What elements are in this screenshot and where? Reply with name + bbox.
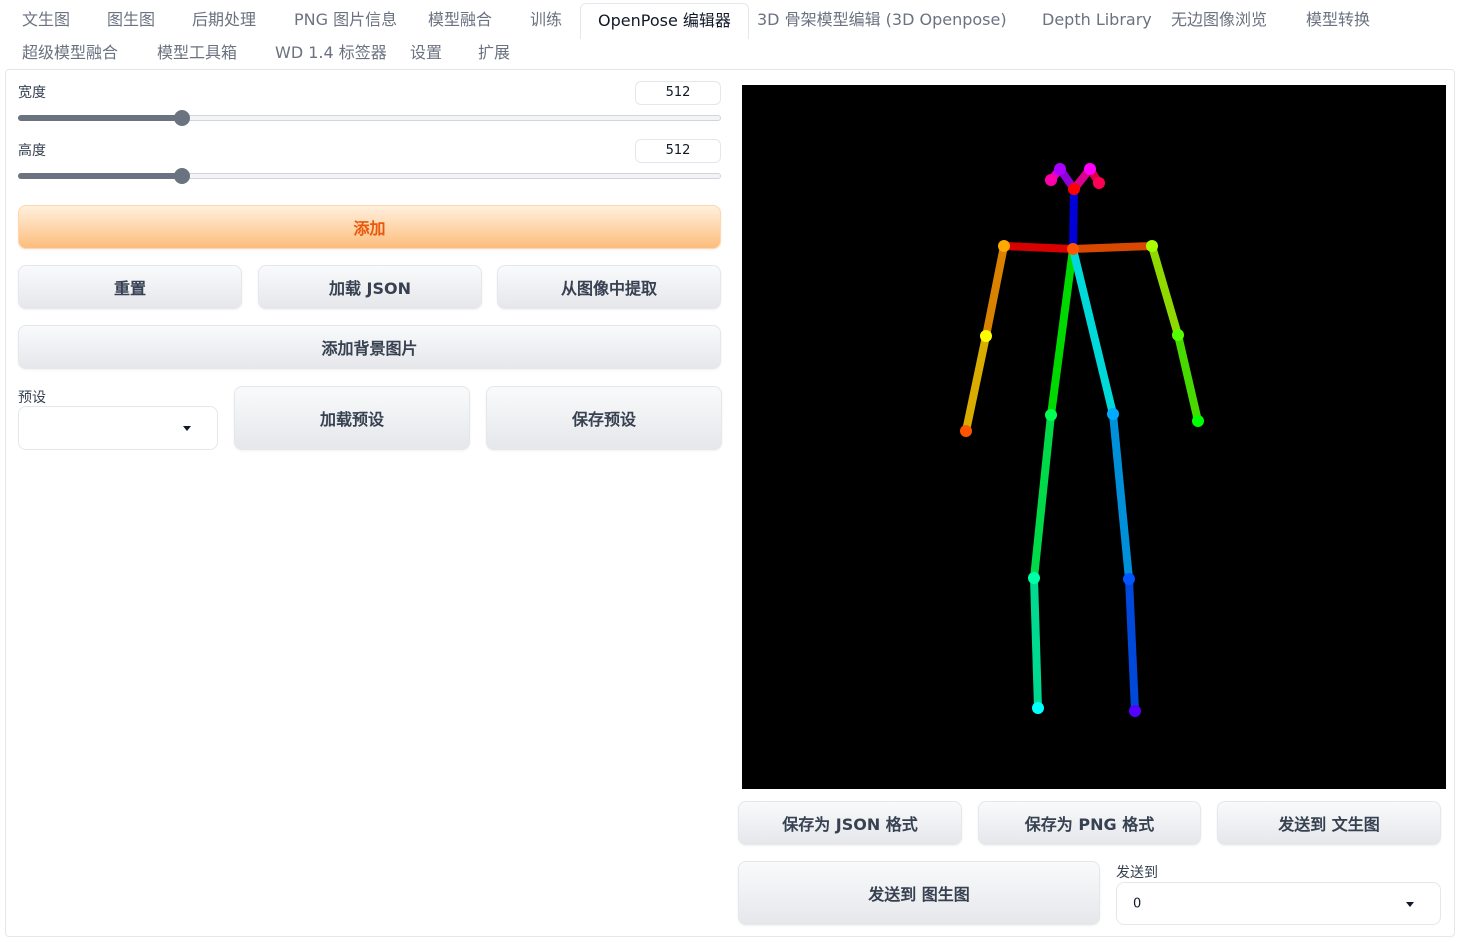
tab-train[interactable]: 训练	[513, 5, 579, 35]
send-to-value: 0	[1133, 896, 1142, 911]
reset-button[interactable]: 重置	[18, 265, 242, 309]
tab-img2img[interactable]: 图生图	[90, 5, 172, 35]
width-slider[interactable]	[18, 109, 721, 127]
left-torso-bone	[1069, 245, 1117, 418]
width-label: 宽度	[18, 85, 46, 101]
extract-from-image-button[interactable]: 从图像中提取	[497, 265, 721, 309]
left-shoulder-keypoint[interactable]	[1146, 240, 1158, 252]
save-json-button[interactable]: 保存为 JSON 格式	[738, 801, 962, 845]
left-shin-bone	[1125, 575, 1139, 715]
right-forearm-bone	[962, 332, 990, 435]
right-ear-keypoint[interactable]	[1045, 174, 1057, 186]
left-ear-keypoint[interactable]	[1093, 177, 1105, 189]
left-forearm-bone	[1174, 331, 1202, 425]
left-hip-keypoint[interactable]	[1107, 408, 1119, 420]
height-number-input[interactable]: 512	[635, 139, 721, 163]
tab-png-info[interactable]: PNG 图片信息	[277, 5, 414, 35]
right-shoulder-bone	[1000, 242, 1077, 253]
height-slider-thumb[interactable]	[173, 168, 190, 184]
tab-bar: 文生图 图生图 后期处理 PNG 图片信息 模型融合 训练 OpenPose 编…	[0, 0, 1459, 70]
left-knee-keypoint[interactable]	[1123, 573, 1135, 585]
save-preset-button[interactable]: 保存预设	[486, 386, 722, 450]
left-eye-keypoint[interactable]	[1084, 163, 1096, 175]
neck-keypoint[interactable]	[1067, 243, 1079, 255]
tab-extensions[interactable]: 扩展	[461, 38, 527, 68]
left-wrist-keypoint[interactable]	[1192, 415, 1204, 427]
width-number-input[interactable]: 512	[635, 81, 721, 105]
send-to-txt2img-button[interactable]: 发送到 文生图	[1217, 801, 1441, 845]
tab-txt2img[interactable]: 文生图	[5, 5, 87, 35]
width-slider-thumb[interactable]	[173, 110, 190, 126]
tab-depth-library[interactable]: Depth Library	[1025, 5, 1169, 35]
right-hip-keypoint[interactable]	[1045, 409, 1057, 421]
left-elbow-keypoint[interactable]	[1172, 329, 1184, 341]
preset-label: 预设	[18, 390, 46, 406]
chevron-down-icon	[183, 426, 191, 431]
right-shin-bone	[1030, 574, 1042, 712]
height-slider-fill	[18, 173, 182, 179]
left-thigh-bone	[1109, 410, 1133, 583]
right-shoulder-keypoint[interactable]	[998, 240, 1010, 252]
left-upper-arm-bone	[1148, 242, 1182, 339]
right-torso-bone	[1047, 245, 1077, 419]
add-button[interactable]: 添加	[18, 205, 721, 249]
right-ankle-keypoint[interactable]	[1032, 702, 1044, 714]
neck-bone	[1069, 185, 1078, 253]
load-json-button[interactable]: 加载 JSON	[258, 265, 482, 309]
tab-model-toolkit[interactable]: 模型工具箱	[140, 38, 254, 68]
tab-wd14-tagger[interactable]: WD 1.4 标签器	[258, 38, 404, 68]
right-eye-keypoint[interactable]	[1054, 163, 1066, 175]
tab-model-convert[interactable]: 模型转换	[1289, 5, 1387, 35]
preset-dropdown[interactable]	[18, 406, 218, 450]
send-to-dropdown[interactable]: 0	[1116, 882, 1441, 925]
tab-3d-openpose[interactable]: 3D 骨架模型编辑 (3D Openpose)	[740, 5, 1024, 35]
width-slider-fill	[18, 115, 182, 121]
nose-keypoint[interactable]	[1068, 183, 1080, 195]
tab-infinite-browser[interactable]: 无边图像浏览	[1154, 5, 1284, 35]
height-label: 高度	[18, 143, 46, 159]
pose-canvas[interactable]	[742, 85, 1446, 789]
send-to-label: 发送到	[1116, 865, 1158, 881]
right-elbow-keypoint[interactable]	[980, 330, 992, 342]
tab-extras[interactable]: 后期处理	[175, 5, 273, 35]
left-ankle-keypoint[interactable]	[1129, 705, 1141, 717]
height-slider[interactable]	[18, 167, 721, 185]
send-to-img2img-button[interactable]: 发送到 图生图	[738, 861, 1100, 925]
tab-openpose-editor[interactable]: OpenPose 编辑器	[580, 3, 749, 39]
openpose-skeleton[interactable]	[742, 85, 1446, 789]
right-upper-arm-bone	[982, 242, 1008, 340]
chevron-down-icon	[1406, 901, 1414, 907]
left-shoulder-bone	[1069, 242, 1156, 253]
save-png-button[interactable]: 保存为 PNG 格式	[978, 801, 1201, 845]
right-knee-keypoint[interactable]	[1028, 572, 1040, 584]
add-background-button[interactable]: 添加背景图片	[18, 325, 721, 369]
tab-settings[interactable]: 设置	[393, 38, 459, 68]
right-wrist-keypoint[interactable]	[960, 425, 972, 437]
right-thigh-bone	[1030, 411, 1055, 582]
tab-super-merger[interactable]: 超级模型融合	[5, 38, 135, 68]
load-preset-button[interactable]: 加载预设	[234, 386, 470, 450]
tab-merge[interactable]: 模型融合	[411, 5, 509, 35]
